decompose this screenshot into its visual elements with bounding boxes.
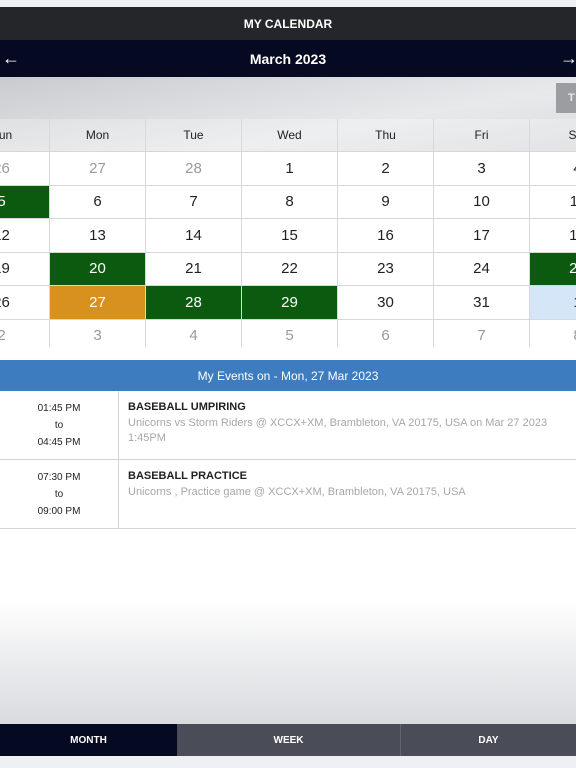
weekday-sat: Sat: [530, 119, 576, 151]
month-label: March 2023: [249, 50, 327, 67]
event-title: BASEBALL PRACTICE: [128, 470, 247, 482]
calendar-day-cell[interactable]: 5: [242, 319, 338, 347]
calendar-day-cell-event[interactable]: 28: [146, 286, 242, 319]
calendar-day-cell[interactable]: 3: [50, 319, 146, 347]
event-time: 07:30 PM to 09:00 PM: [0, 460, 119, 528]
calendar-week-row: 19 20 21 22 23 24 25: [0, 251, 576, 285]
calendar-day-cell[interactable]: 26: [0, 286, 50, 319]
calendar-day-cell[interactable]: 26: [0, 152, 50, 185]
calendar-day-cell[interactable]: 23: [338, 252, 434, 285]
calendar-day-cell[interactable]: 9: [338, 185, 434, 218]
calendar-day-cell[interactable]: 27: [50, 152, 146, 185]
event-title: BASEBALL UMPIRING: [128, 401, 246, 413]
calendar-day-cell[interactable]: 28: [146, 152, 242, 185]
calendar-day-cell[interactable]: 21: [146, 252, 242, 285]
today-button[interactable]: T: [556, 83, 576, 113]
event-end-time: 09:00 PM: [37, 505, 81, 517]
calendar-day-cell-event[interactable]: 20: [50, 252, 146, 285]
arrow-right-icon[interactable]: →: [560, 46, 576, 70]
event-details: BASEBALL UMPIRING Unicorns vs Storm Ride…: [119, 391, 576, 459]
bottom-strip: [0, 756, 576, 768]
calendar-day-cell[interactable]: 6: [50, 185, 146, 218]
event-details: BASEBALL PRACTICE Unicorns , Practice ga…: [119, 460, 576, 528]
weekday-mon: Mon: [50, 119, 146, 151]
calendar-day-cell-today[interactable]: 1: [530, 286, 576, 319]
status-strip: [0, 0, 576, 7]
calendar-day-cell[interactable]: 4: [146, 319, 242, 347]
calendar-day-cell-event[interactable]: 5: [0, 185, 50, 218]
view-tab-bar: MONTH WEEK DAY: [0, 724, 576, 756]
calendar-week-row: 26 27 28 1 2 3 4: [0, 151, 576, 185]
calendar-week-row: 26 27 28 29 30 31 1: [0, 285, 576, 319]
event-time-separator: to: [54, 488, 64, 500]
calendar-week-row: 12 13 14 15 16 17 18: [0, 218, 576, 252]
calendar-day-cell[interactable]: 18: [530, 219, 576, 252]
calendar-day-cell[interactable]: 15: [242, 219, 338, 252]
calendar-day-cell[interactable]: 1: [242, 152, 338, 185]
weekday-fri: Fri: [434, 119, 530, 151]
weekday-wed: Wed: [242, 119, 338, 151]
event-description-continued: 1:45PM: [128, 432, 166, 444]
page-title: MY CALENDAR: [0, 7, 576, 40]
weekday-tue: Tue: [146, 119, 242, 151]
calendar-day-cell[interactable]: 30: [338, 286, 434, 319]
calendar-day-cell[interactable]: 13: [50, 219, 146, 252]
calendar-day-cell-event[interactable]: 29: [242, 286, 338, 319]
calendar-day-cell[interactable]: 31: [434, 286, 530, 319]
event-list: 01:45 PM to 04:45 PM BASEBALL UMPIRING U…: [0, 391, 576, 529]
calendar-day-cell[interactable]: 8: [530, 320, 576, 348]
events-header: My Events on - Mon, 27 Mar 2023: [0, 360, 576, 391]
event-item[interactable]: 01:45 PM to 04:45 PM BASEBALL UMPIRING U…: [0, 391, 576, 460]
calendar-day-cell[interactable]: 24: [434, 252, 530, 285]
weekday-thu: Thu: [338, 119, 434, 151]
tab-week[interactable]: WEEK: [177, 724, 401, 756]
calendar-day-cell[interactable]: 8: [242, 185, 338, 218]
tab-month[interactable]: MONTH: [0, 724, 177, 756]
event-time: 01:45 PM to 04:45 PM: [0, 391, 119, 459]
calendar-week-row: 5 6 7 8 9 10 11: [0, 184, 576, 219]
calendar-day-cell[interactable]: 3: [434, 152, 530, 185]
calendar-day-cell[interactable]: 7: [434, 319, 530, 347]
calendar-day-cell-event[interactable]: 25: [530, 252, 576, 285]
background-decoration: [0, 600, 576, 724]
weekday-header-row: Sun Mon Tue Wed Thu Fri Sat: [0, 119, 576, 151]
calendar-day-cell[interactable]: 11: [530, 186, 576, 219]
calendar-day-cell[interactable]: 12: [0, 219, 50, 252]
calendar-day-cell[interactable]: 4: [530, 152, 576, 185]
event-item[interactable]: 07:30 PM to 09:00 PM BASEBALL PRACTICE U…: [0, 460, 576, 529]
event-description: Unicorns , Practice game @ XCCX+XM, Bram…: [128, 486, 466, 498]
event-time-separator: to: [54, 419, 64, 431]
calendar-area: T Sun Mon Tue Wed Thu Fri Sat 26 27 28 1…: [0, 77, 576, 347]
month-navigation: ← March 2023 →: [0, 40, 576, 77]
calendar-day-cell[interactable]: 16: [338, 219, 434, 252]
calendar-day-cell[interactable]: 2: [338, 152, 434, 185]
calendar-grid: Sun Mon Tue Wed Thu Fri Sat 26 27 28 1 2…: [0, 119, 576, 347]
calendar-day-cell[interactable]: 22: [242, 252, 338, 285]
event-end-time: 04:45 PM: [37, 436, 81, 448]
calendar-day-cell[interactable]: 14: [146, 219, 242, 252]
weekday-sun: Sun: [0, 119, 50, 151]
calendar-day-cell[interactable]: 6: [338, 319, 434, 347]
event-description: Unicorns vs Storm Riders @ XCCX+XM, Bram…: [128, 417, 548, 429]
calendar-day-cell[interactable]: 17: [434, 219, 530, 252]
event-start-time: 01:45 PM: [37, 402, 81, 414]
arrow-left-icon[interactable]: ←: [2, 46, 20, 70]
tab-day[interactable]: DAY: [401, 724, 576, 756]
calendar-week-row: 2 3 4 5 6 7 8: [0, 318, 576, 348]
calendar-day-cell[interactable]: 2: [0, 319, 50, 347]
calendar-day-cell-selected[interactable]: 27: [50, 286, 146, 319]
calendar-day-cell[interactable]: 19: [0, 252, 50, 285]
event-start-time: 07:30 PM: [37, 471, 81, 483]
calendar-day-cell[interactable]: 7: [146, 185, 242, 218]
calendar-day-cell[interactable]: 10: [434, 185, 530, 218]
